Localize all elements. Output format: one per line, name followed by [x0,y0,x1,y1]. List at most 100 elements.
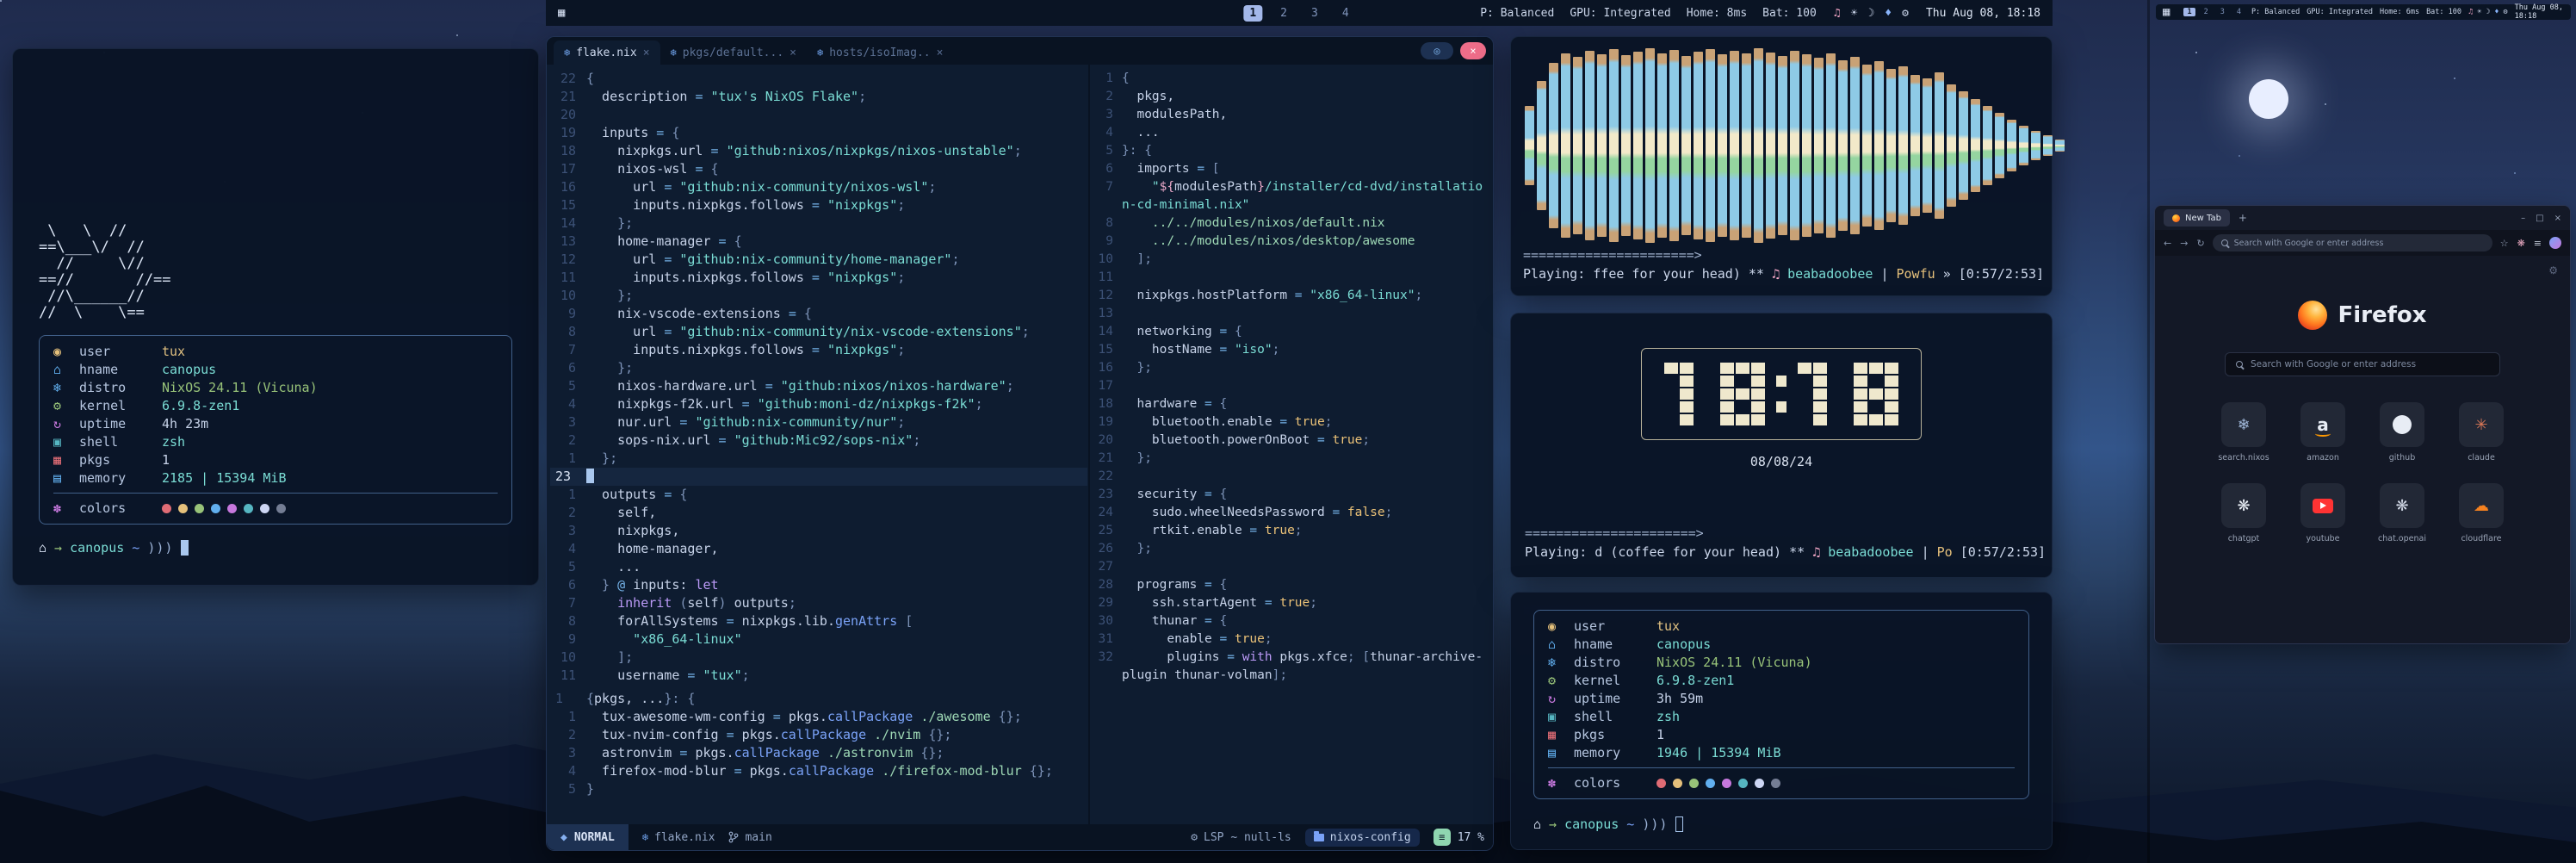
code-line[interactable]: 19 bluetooth.enable = true; [1093,413,1491,432]
editor-pane-flake[interactable]: 22{21 description = "tux's NixOS Flake";… [550,70,1087,686]
brightness-tray-icon[interactable]: ☀ [2477,8,2481,16]
code-line[interactable]: 9 "x86_64-linux" [550,630,1087,649]
code-line[interactable]: 2 self, [550,504,1087,522]
settings-tray-icon[interactable]: ⚙ [1902,7,1909,20]
extensions-icon[interactable]: ❋ [2517,238,2525,249]
shortcut-chatgpt[interactable]: ❋chatgpt [2216,483,2271,543]
code-line[interactable]: 9 nix-vscode-extensions = { [550,305,1087,323]
code-line[interactable]: 14 networking = { [1093,323,1491,341]
code-line[interactable]: 4 ... [1093,124,1491,142]
code-line[interactable]: 7 inherit (self) outputs; [550,594,1087,612]
code-line[interactable]: 20 bluetooth.powerOnBoot = true; [1093,432,1491,450]
night-light-tray-icon[interactable]: ☽ [1867,7,1874,20]
back-icon[interactable]: ← [2164,238,2171,249]
tab-close-icon[interactable]: × [790,47,796,59]
code-line[interactable]: 28 programs = { [1093,576,1491,594]
refresh-icon[interactable]: ↻ [2196,238,2204,249]
code-line[interactable]: 17 [1093,377,1491,395]
code-line[interactable]: 10 ]; [1093,251,1491,269]
music-tray-icon[interactable]: ♫ [2468,8,2473,16]
code-line[interactable]: 5}: { [1093,142,1491,160]
terminal-cursor[interactable] [1675,816,1683,832]
network-tray-icon[interactable]: ♦ [1885,7,1892,20]
code-line[interactable]: 32 plugins = with pkgs.xfce; [thunar-arc… [1093,649,1491,667]
code-line[interactable]: 5 ... [550,558,1087,576]
close-button[interactable]: × [2554,214,2561,223]
code-line[interactable]: 6 }; [550,359,1087,377]
code-line[interactable]: 2 tux-nvim-config = pkgs.callPackage ./n… [550,726,1087,744]
tag-1[interactable]: 1 [1243,5,1262,22]
code-line[interactable]: 15 hostName = "iso"; [1093,341,1491,359]
editor-pane-pkgs[interactable]: 1{pkgs, ...}: {1 tux-awesome-wm-config =… [550,690,1087,800]
code-line[interactable]: 16 }; [1093,359,1491,377]
url-bar[interactable]: Search with Google or enter address [2213,234,2492,251]
tag-3[interactable]: 3 [2217,8,2228,16]
terminal-window[interactable]: \ \ // ==\___\/ // // \// ==// //== //\_… [12,48,539,586]
code-line[interactable]: plugin thunar-volman]; [1093,667,1491,685]
code-line[interactable]: 8 ../../modules/nixos/default.nix [1093,214,1491,233]
shortcut-amazon[interactable]: aamazon [2295,402,2350,463]
forward-icon[interactable]: → [2180,238,2188,249]
code-line[interactable]: 1 tux-awesome-wm-config = pkgs.callPacka… [550,708,1087,726]
code-line[interactable]: 14 }; [550,214,1087,233]
tab-hosts/isoImag..[interactable]: ❄hosts/isoImag..× [807,40,953,65]
code-line[interactable]: 29 ssh.startAgent = true; [1093,594,1491,612]
code-line[interactable]: 11 username = "tux"; [550,667,1087,685]
code-line[interactable]: 3 astronvim = pkgs.callPackage ./astronv… [550,744,1087,762]
code-line[interactable]: 6 } @ inputs: let [550,576,1087,594]
code-line[interactable]: 3 modulesPath, [1093,106,1491,124]
tag-4[interactable]: 4 [2233,8,2245,16]
code-line[interactable]: 3 nur.url = "github:nix-community/nur"; [550,413,1087,432]
shortcut-chat.openai[interactable]: ❋chat.openai [2375,483,2430,543]
code-line[interactable]: 4 firefox-mod-blur = pkgs.callPackage ./… [550,762,1087,780]
code-line[interactable]: 2 pkgs, [1093,88,1491,106]
code-line[interactable]: 7 "${modulesPath}/installer/cd-dvd/insta… [1093,178,1491,196]
firefox-window[interactable]: New Tab + –□× ←→↻ Search with Google or … [2154,205,2571,644]
tab-close-icon[interactable]: × [643,47,650,59]
bookmark-star-icon[interactable]: ☆ [2500,238,2509,249]
code-line[interactable]: 13 home-manager = { [550,233,1087,251]
code-line[interactable]: 27 [1093,558,1491,576]
customize-gear-icon[interactable]: ⚙ [2548,264,2558,276]
tag-2[interactable]: 2 [1274,5,1293,22]
code-line[interactable]: 8 forAllSystems = nixpkgs.lib.genAttrs [ [550,612,1087,630]
code-line[interactable]: 1{pkgs, ...}: { [550,690,1087,708]
code-line[interactable]: 11 inputs.nixpkgs.follows = "nixpkgs"; [550,269,1087,287]
app-menu-icon[interactable]: ≡ [2534,238,2542,249]
code-line[interactable]: 13 [1093,305,1491,323]
code-line[interactable]: n-cd-minimal.nix" [1093,196,1491,214]
code-line[interactable]: 17 nixos-wsl = { [550,160,1087,178]
code-line[interactable]: 5 nixos-hardware.url = "github:nixos/nix… [550,377,1087,395]
neovim-window[interactable]: ❄flake.nix×❄pkgs/default...×❄hosts/isoIm… [546,36,1494,851]
profile-avatar[interactable] [2549,237,2561,249]
menu-icon[interactable]: ▦ [2163,5,2170,19]
music-tray-icon[interactable]: ♫ [1834,7,1841,20]
code-line[interactable]: 23 [550,468,1087,486]
new-tab-button[interactable]: + [2239,212,2247,224]
minimize-button[interactable]: – [2521,214,2525,223]
panel-toggle-button[interactable]: ◎ [1421,42,1453,59]
code-line[interactable]: 23 security = { [1093,486,1491,504]
settings-tray-icon[interactable]: ⚙ [2504,8,2508,16]
code-line[interactable]: 4 nixpkgs-f2k.url = "github:moni-dz/nixp… [550,395,1087,413]
tag-3[interactable]: 3 [1305,5,1324,22]
code-line[interactable]: 18 hardware = { [1093,395,1491,413]
tag-4[interactable]: 4 [1336,5,1355,22]
code-line[interactable]: 20 [550,106,1087,124]
fetch-terminal-window[interactable]: ◉usertux⌂hnamecanopus❄distroNixOS 24.11 … [1510,592,2053,850]
code-line[interactable]: 24 sudo.wheelNeedsPassword = false; [1093,504,1491,522]
code-line[interactable]: 22 [1093,468,1491,486]
network-tray-icon[interactable]: ♦ [2494,8,2499,16]
tab-pkgs/default...[interactable]: ❄pkgs/default...× [660,40,807,65]
code-line[interactable]: 8 url = "github:nix-community/nix-vscode… [550,323,1087,341]
code-line[interactable]: 30 thunar = { [1093,612,1491,630]
menu-icon[interactable]: ▦ [558,6,565,20]
search-input[interactable]: Search with Google or enter address [2225,352,2500,376]
code-line[interactable]: 10 }; [550,287,1087,305]
code-line[interactable]: 21 description = "tux's NixOS Flake"; [550,88,1087,106]
media-visualizer-window[interactable]: ======================> Playing: ffee fo… [1510,36,2053,296]
code-line[interactable]: 1 outputs = { [550,486,1087,504]
code-line[interactable]: 9 ../../modules/nixos/desktop/awesome [1093,233,1491,251]
editor-pane-iso[interactable]: 1{2 pkgs,3 modulesPath,4 ...5}: {6 impor… [1093,70,1491,686]
code-line[interactable]: 5} [550,780,1087,798]
